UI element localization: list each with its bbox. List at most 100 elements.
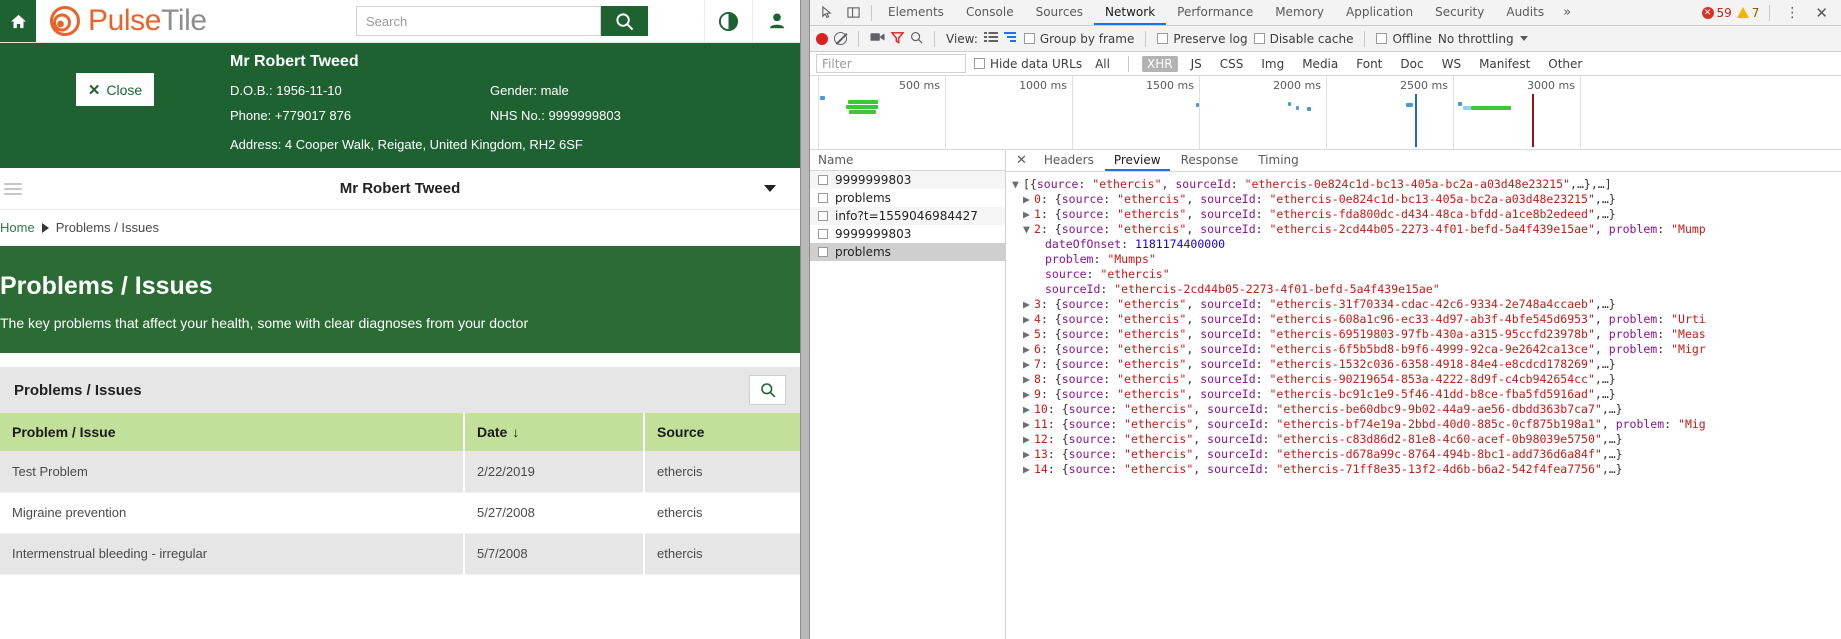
- twisty-icon[interactable]: ▶: [1023, 357, 1034, 372]
- preview-json-view[interactable]: ▼ [{source: "ethercis", sourceId: "etherc…: [1006, 172, 1841, 639]
- table-row[interactable]: Migraine prevention 5/27/2008 ethercis: [0, 492, 800, 534]
- devtools-close-button[interactable]: ✕: [1810, 4, 1833, 22]
- tab-application[interactable]: Application: [1335, 0, 1424, 25]
- json-line[interactable]: ▶ 14: {source: "ethercis", sourceId: "eth…: [1012, 462, 1841, 477]
- request-checkbox[interactable]: [818, 175, 828, 185]
- column-header-date[interactable]: Date ↓: [464, 413, 645, 451]
- tab-console[interactable]: Console: [955, 0, 1025, 25]
- twisty-icon[interactable]: ▶: [1023, 462, 1034, 477]
- devtools-menu-button[interactable]: ⋮: [1780, 5, 1805, 21]
- search-input[interactable]: [356, 6, 601, 36]
- preserve-log-checkbox[interactable]: Preserve log: [1157, 32, 1248, 46]
- type-filter-manifest[interactable]: Manifest: [1474, 56, 1535, 72]
- tab-network[interactable]: Network: [1094, 0, 1167, 25]
- throttling-select[interactable]: No throttling: [1438, 32, 1528, 46]
- type-filter-doc[interactable]: Doc: [1395, 56, 1428, 72]
- json-line[interactable]: ▶ 7: {source: "ethercis", sourceId: "ethe…: [1012, 357, 1841, 372]
- tab-security[interactable]: Security: [1424, 0, 1495, 25]
- error-count-badge[interactable]: ✕ 59: [1701, 6, 1732, 20]
- json-line[interactable]: ▶ 1: {source: "ethercis", sourceId: "ethe…: [1012, 207, 1841, 222]
- tab-audits[interactable]: Audits: [1495, 0, 1555, 25]
- type-filter-all[interactable]: All: [1090, 56, 1115, 72]
- twisty-icon[interactable]: ▶: [1023, 192, 1034, 207]
- json-line[interactable]: ▶ 0: {source: "ethercis", sourceId: "ethe…: [1012, 192, 1841, 207]
- json-line[interactable]: ▶ 12: {source: "ethercis", sourceId: "eth…: [1012, 432, 1841, 447]
- json-line[interactable]: source: "ethercis": [1012, 267, 1841, 282]
- list-item[interactable]: info?t=1559046984427: [810, 207, 1005, 225]
- detail-tab-preview[interactable]: Preview: [1104, 150, 1170, 171]
- panel-splitter[interactable]: [800, 0, 810, 639]
- tab-sources[interactable]: Sources: [1025, 0, 1094, 25]
- clear-button[interactable]: [834, 32, 847, 45]
- group-by-frame-checkbox[interactable]: Group by frame: [1023, 32, 1134, 46]
- json-line[interactable]: ▶ 13: {source: "ethercis", sourceId: "eth…: [1012, 447, 1841, 462]
- type-filter-js[interactable]: JS: [1186, 56, 1207, 72]
- detail-tab-headers[interactable]: Headers: [1035, 150, 1103, 171]
- brand-logo[interactable]: PulseTile: [36, 0, 207, 42]
- device-toolbar-icon[interactable]: [840, 1, 866, 25]
- list-item[interactable]: problems: [810, 189, 1005, 207]
- panel-search-button[interactable]: [749, 375, 786, 405]
- json-line[interactable]: ▶ 6: {source: "ethercis", sourceId: "ethe…: [1012, 342, 1841, 357]
- twisty-icon[interactable]: ▶: [1023, 207, 1034, 222]
- twisty-icon[interactable]: ▶: [1023, 342, 1034, 357]
- list-item[interactable]: 9999999803: [810, 225, 1005, 243]
- type-filter-media[interactable]: Media: [1297, 56, 1343, 72]
- more-tabs-button[interactable]: »: [1555, 5, 1579, 20]
- list-view-icon[interactable]: [983, 31, 998, 46]
- disable-cache-checkbox[interactable]: Disable cache: [1253, 32, 1353, 46]
- table-row[interactable]: Intermenstrual bleeding - irregular 5/7/…: [0, 533, 800, 575]
- type-filter-css[interactable]: CSS: [1215, 56, 1249, 72]
- capture-screenshots-icon[interactable]: [870, 31, 885, 46]
- json-line[interactable]: ▶ 4: {source: "ethercis", sourceId: "ethe…: [1012, 312, 1841, 327]
- list-item[interactable]: problems: [810, 243, 1005, 261]
- detail-tab-response[interactable]: Response: [1172, 150, 1248, 171]
- user-button[interactable]: [752, 0, 800, 42]
- json-line[interactable]: ▶ 5: {source: "ethercis", sourceId: "ethe…: [1012, 327, 1841, 342]
- request-checkbox[interactable]: [818, 211, 828, 221]
- json-line[interactable]: ▼ [{source: "ethercis", sourceId: "etherc…: [1012, 177, 1841, 192]
- twisty-icon[interactable]: ▶: [1023, 387, 1034, 402]
- request-checkbox[interactable]: [818, 193, 828, 203]
- hamburger-icon[interactable]: [4, 180, 22, 198]
- twisty-icon[interactable]: ▼: [1023, 222, 1034, 237]
- record-button[interactable]: [816, 32, 828, 45]
- json-line[interactable]: sourceId: "ethercis-2cd44b05-2273-4f01-b…: [1012, 282, 1841, 297]
- list-item[interactable]: 9999999803: [810, 171, 1005, 189]
- json-line[interactable]: dateOfOnset: 1181174400000: [1012, 237, 1841, 252]
- tab-elements[interactable]: Elements: [877, 0, 955, 25]
- home-button[interactable]: [0, 0, 36, 42]
- contrast-button[interactable]: [704, 0, 752, 42]
- type-filter-img[interactable]: Img: [1256, 56, 1289, 72]
- requests-column-header[interactable]: Name: [810, 150, 1005, 171]
- json-line[interactable]: ▶ 3: {source: "ethercis", sourceId: "ethe…: [1012, 297, 1841, 312]
- twisty-icon[interactable]: ▶: [1023, 327, 1034, 342]
- filter-input[interactable]: [816, 54, 966, 73]
- table-row[interactable]: Test Problem 2/22/2019 ethercis: [0, 451, 800, 493]
- type-filter-ws[interactable]: WS: [1437, 56, 1466, 72]
- chevron-down-icon[interactable]: [764, 185, 776, 192]
- twisty-icon[interactable]: ▶: [1023, 372, 1034, 387]
- type-filter-font[interactable]: Font: [1351, 56, 1387, 72]
- offline-checkbox[interactable]: Offline: [1376, 32, 1432, 46]
- twisty-icon[interactable]: ▼: [1012, 177, 1023, 192]
- detail-tab-timing[interactable]: Timing: [1249, 150, 1308, 171]
- twisty-icon[interactable]: ▶: [1023, 447, 1034, 462]
- filter-icon[interactable]: [890, 31, 905, 47]
- json-line[interactable]: ▶ 10: {source: "ethercis", sourceId: "eth…: [1012, 402, 1841, 417]
- json-line[interactable]: ▼ 2: {source: "ethercis", sourceId: "ethe…: [1012, 222, 1841, 237]
- warning-count-badge[interactable]: 7: [1736, 6, 1759, 20]
- json-line[interactable]: ▶ 9: {source: "ethercis", sourceId: "ethe…: [1012, 387, 1841, 402]
- close-button[interactable]: ✕ Close: [76, 73, 154, 106]
- twisty-icon[interactable]: ▶: [1023, 297, 1034, 312]
- type-filter-xhr[interactable]: XHR: [1141, 55, 1178, 72]
- column-header-problem[interactable]: Problem / Issue: [0, 413, 465, 451]
- waterfall-view-icon[interactable]: [1003, 31, 1018, 46]
- twisty-icon[interactable]: ▶: [1023, 312, 1034, 327]
- hide-data-urls-checkbox[interactable]: Hide data URLs: [974, 57, 1082, 71]
- request-checkbox[interactable]: [818, 229, 828, 239]
- tab-performance[interactable]: Performance: [1166, 0, 1264, 25]
- column-header-source[interactable]: Source: [644, 413, 800, 451]
- json-line[interactable]: ▶ 11: {source: "ethercis", sourceId: "eth…: [1012, 417, 1841, 432]
- json-line[interactable]: problem: "Mumps": [1012, 252, 1841, 267]
